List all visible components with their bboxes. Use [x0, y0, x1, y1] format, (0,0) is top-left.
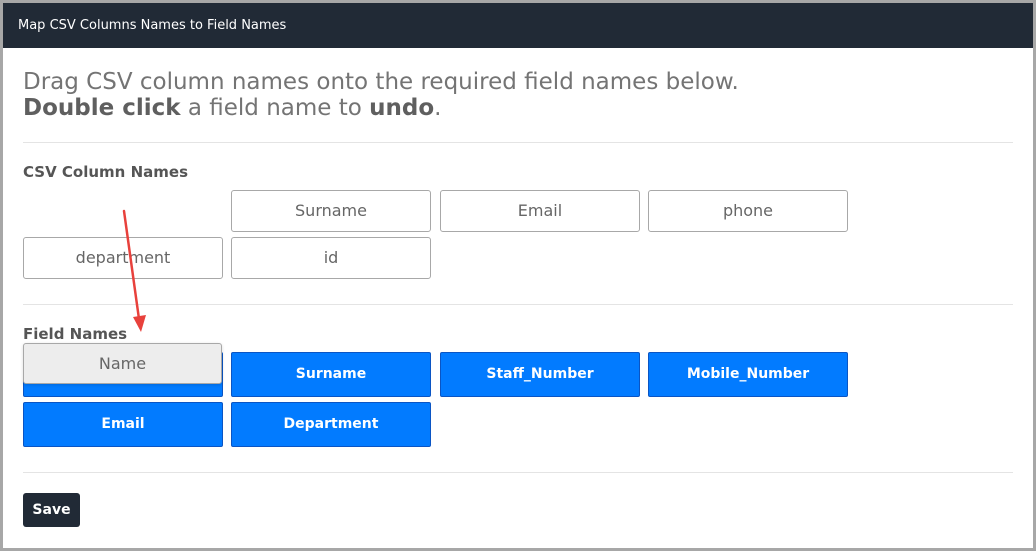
- field-name-drop-target[interactable]: Staff_Number: [440, 352, 640, 397]
- dragged-column-chip[interactable]: Name: [23, 343, 222, 384]
- field-name-drop-target[interactable]: Department: [231, 402, 431, 447]
- field-name-drop-target[interactable]: Mobile_Number: [648, 352, 848, 397]
- instructions-undo: undo: [369, 95, 435, 121]
- instructions-mid: a field name to: [180, 95, 370, 121]
- field-name-drop-target[interactable]: Email: [23, 402, 223, 447]
- window-title: Map CSV Columns Names to Field Names: [3, 3, 1033, 48]
- instructions-line-2: Double click a field name to undo.: [23, 95, 739, 121]
- divider: [23, 472, 1013, 473]
- field-name-drop-target[interactable]: Surname: [231, 352, 431, 397]
- csv-column-chip[interactable]: id: [231, 237, 431, 279]
- csv-columns-heading: CSV Column Names: [23, 163, 188, 181]
- instructions-line-1: Drag CSV column names onto the required …: [23, 69, 739, 95]
- csv-column-chip[interactable]: Surname: [231, 190, 431, 232]
- csv-column-chip[interactable]: Email: [440, 190, 640, 232]
- instructions-end: .: [434, 95, 442, 121]
- save-button[interactable]: Save: [23, 493, 80, 527]
- dialog-window: Map CSV Columns Names to Field Names Dra…: [0, 0, 1036, 551]
- csv-column-chip[interactable]: department: [23, 237, 223, 279]
- instructions-double-click: Double click: [23, 95, 181, 121]
- divider: [23, 304, 1013, 305]
- field-names-heading: Field Names: [23, 325, 128, 343]
- divider: [23, 142, 1013, 143]
- instructions: Drag CSV column names onto the required …: [23, 69, 739, 121]
- csv-column-chip[interactable]: phone: [648, 190, 848, 232]
